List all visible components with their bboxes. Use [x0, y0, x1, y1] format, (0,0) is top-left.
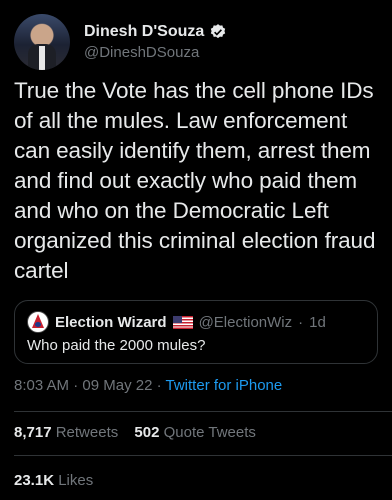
retweets-count: 8,717 — [14, 424, 52, 441]
divider — [14, 411, 392, 412]
verified-badge-icon — [211, 24, 226, 39]
quoted-author-avatar — [27, 311, 49, 333]
us-flag-icon — [172, 315, 193, 329]
divider — [14, 455, 392, 456]
quoted-author-name: Election Wizard — [55, 313, 167, 331]
avatar-shirt — [39, 46, 45, 70]
retweets-label: Retweets — [55, 424, 119, 441]
retweets-stat[interactable]: 8,717 Retweets — [14, 424, 118, 441]
display-name-row: Dinesh D'Souza — [84, 23, 227, 41]
quoted-tweet-header: Election Wizard @ElectionWiz · 1d — [27, 311, 326, 333]
author-names: Dinesh D'Souza @DineshDSouza — [84, 23, 227, 61]
tweet-metadata: 8:03 AM · 09 May 22 · Twitter for iPhone — [14, 377, 282, 394]
tweet-date[interactable]: 09 May 22 — [82, 377, 152, 394]
quoted-tweet-text: Who paid the 2000 mules? — [27, 337, 206, 354]
quote-tweets-count: 502 — [134, 424, 160, 441]
tweet-time[interactable]: 8:03 AM — [14, 377, 69, 394]
tweet-source-link[interactable]: Twitter for iPhone — [166, 377, 283, 394]
quoted-tweet-card[interactable]: Election Wizard @ElectionWiz · 1d Who pa… — [14, 300, 378, 364]
likes-label: Likes — [58, 472, 94, 489]
quote-tweets-label: Quote Tweets — [163, 424, 256, 441]
author-avatar[interactable] — [14, 14, 70, 70]
retweet-quote-stats: 8,717 Retweets 502 Quote Tweets — [14, 424, 256, 441]
author-handle[interactable]: @DineshDSouza — [84, 44, 227, 61]
likes-stats: 23.1K Likes — [14, 472, 93, 489]
meta-separator-2: · — [156, 377, 162, 394]
tweet-text: True the Vote has the cell phone IDs of … — [14, 78, 376, 283]
likes-stat[interactable]: 23.1K Likes — [14, 472, 93, 489]
meta-separator: · — [73, 377, 79, 394]
quoted-time-separator: · — [298, 313, 304, 331]
quoted-tweet-age: 1d — [309, 313, 326, 331]
author-display-name[interactable]: Dinesh D'Souza — [84, 23, 204, 41]
likes-count: 23.1K — [14, 472, 55, 489]
tweet-header: Dinesh D'Souza @DineshDSouza — [14, 14, 227, 70]
quoted-author-handle: @ElectionWiz — [198, 313, 293, 331]
quote-tweets-stat[interactable]: 502 Quote Tweets — [134, 424, 255, 441]
